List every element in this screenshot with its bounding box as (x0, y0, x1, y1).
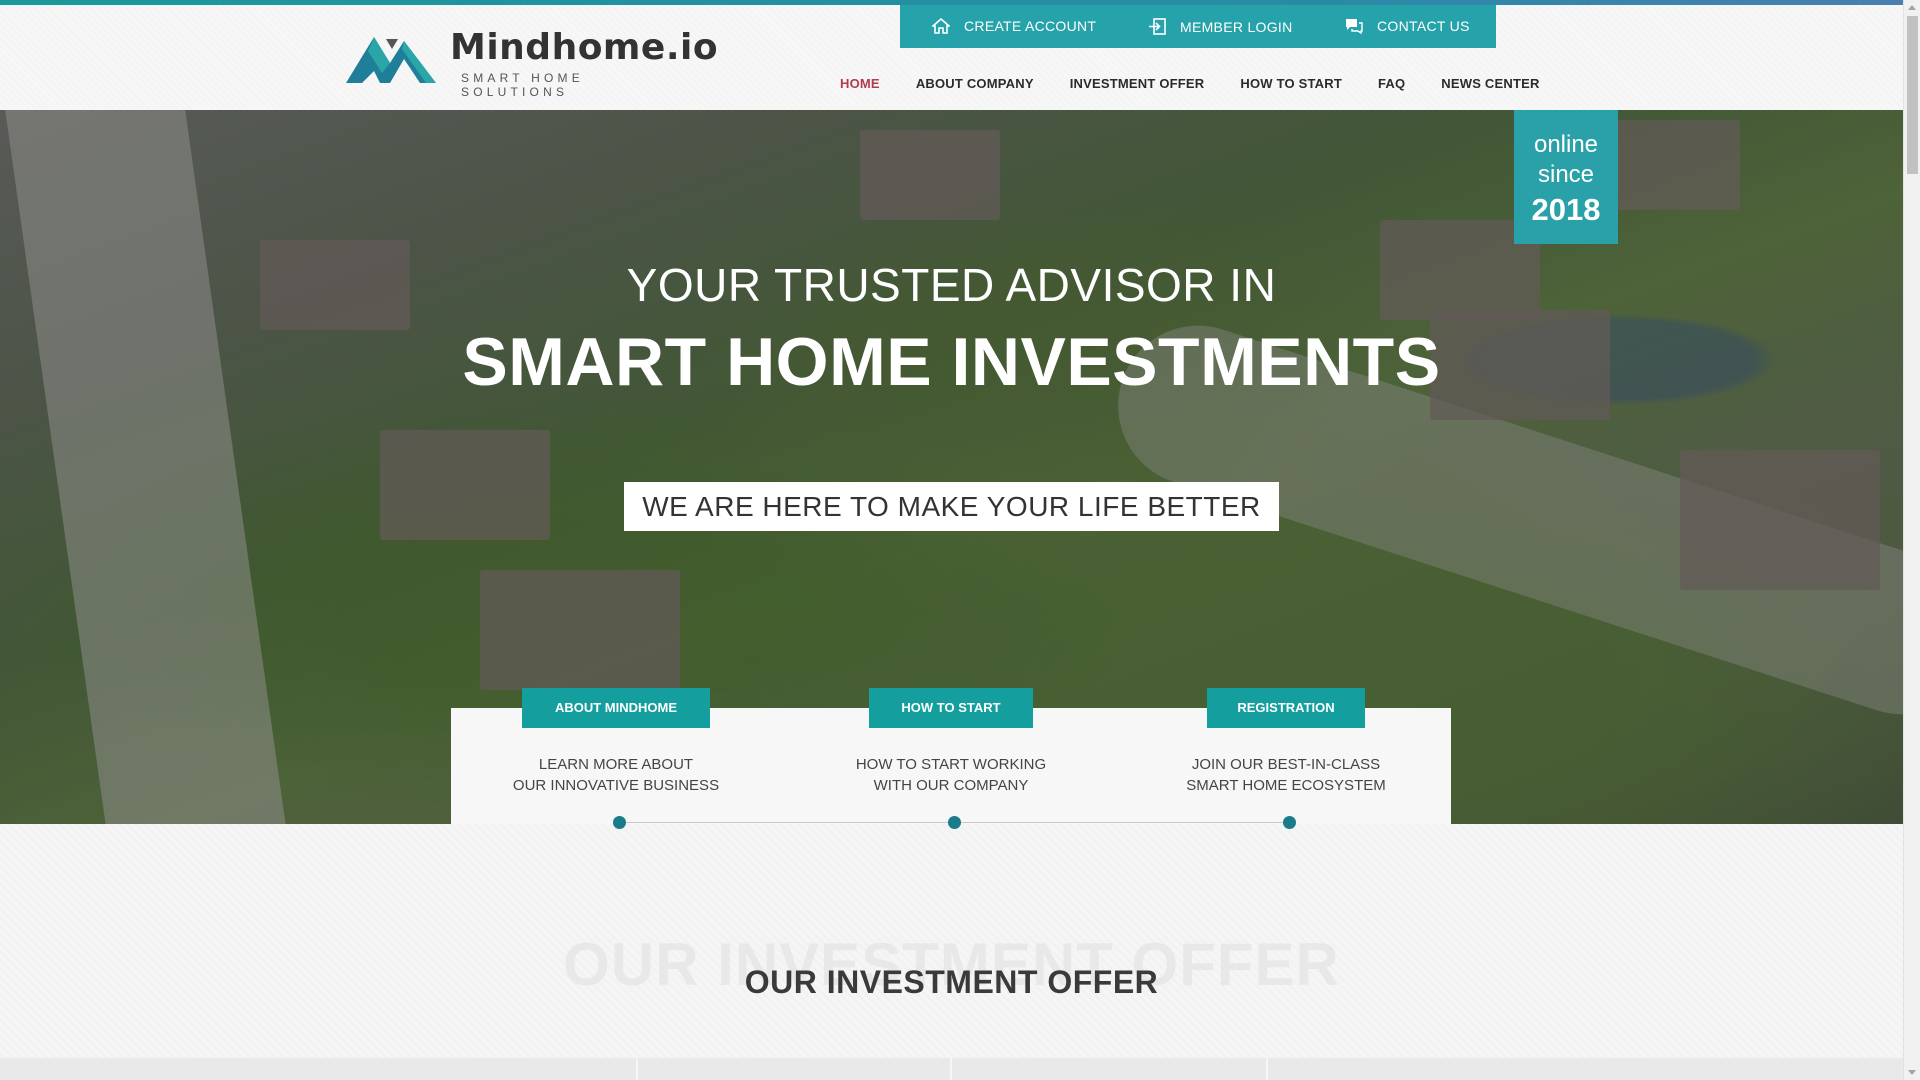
hero-subheading: YOUR TRUSTED ADVISOR IN (626, 259, 1277, 311)
scroll-down-arrow-icon[interactable] (1908, 1070, 1916, 1075)
site-header: Mindhome.io SMART HOME SOLUTIONS CREATE … (0, 5, 1903, 110)
member-login-label: MEMBER LOGIN (1180, 18, 1293, 35)
section-title: OUR INVESTMENT OFFER (744, 964, 1159, 1000)
scroll-thumb[interactable] (1907, 16, 1918, 174)
feature-text-line: SMART HOME ECOSYSTEM (1186, 777, 1386, 794)
badge-year: 2018 (1531, 192, 1601, 227)
hero-tagline: WE ARE HERE TO MAKE YOUR LIFE BETTER (624, 482, 1279, 531)
online-since-badge: online since 2018 (1514, 110, 1618, 244)
strip-divider (1266, 1058, 1268, 1080)
login-icon (1149, 18, 1166, 35)
hero-banner: online since 2018 YOUR TRUSTED ADVISOR I… (0, 110, 1903, 824)
nav-item-faq[interactable]: FAQ (1378, 76, 1405, 91)
how-to-start-button[interactable]: HOW TO START (869, 688, 1033, 728)
member-login-link[interactable]: MEMBER LOGIN (1148, 18, 1293, 35)
about-mindhome-button[interactable]: ABOUT MINDHOME (522, 688, 710, 728)
feature-text-line: OUR INNOVATIVE BUSINESS (512, 777, 720, 794)
brand-tagline: SMART HOME SOLUTIONS (461, 71, 584, 99)
home-icon (932, 18, 950, 34)
hero-heading: SMART HOME INVESTMENTS (462, 324, 1441, 400)
feature-text-line: WITH OUR COMPANY (873, 777, 1029, 794)
feature-text-registration: JOIN OUR BEST-IN-CLASS SMART HOME ECOSYS… (1156, 754, 1416, 796)
feature-text-line: HOW TO START WORKING (855, 756, 1047, 773)
create-account-link[interactable]: CREATE ACCOUNT (932, 18, 1096, 34)
create-account-label: CREATE ACCOUNT (964, 18, 1097, 34)
timeline-dot (1283, 816, 1296, 829)
investment-offer-section: OUR INVESTMENT OFFER OUR INVESTMENT OFFE… (0, 824, 1903, 1080)
strip-divider (636, 1058, 638, 1080)
contact-us-link[interactable]: CONTACT US (1345, 18, 1470, 34)
feature-text-about: LEARN MORE ABOUT OUR INNOVATIVE BUSINESS (486, 754, 746, 796)
logo-mountain-icon (346, 37, 436, 83)
badge-line-2: since (1537, 161, 1595, 188)
badge-line-1: online (1533, 131, 1599, 158)
brand-name: Mindhome.io (450, 27, 719, 68)
timeline-dot (613, 816, 626, 829)
logo[interactable]: Mindhome.io SMART HOME SOLUTIONS (346, 27, 718, 99)
chat-icon (1346, 19, 1363, 34)
nav-item-about-company[interactable]: ABOUT COMPANY (916, 76, 1034, 91)
feature-text-line: LEARN MORE ABOUT (538, 756, 694, 773)
timeline-dot (948, 816, 961, 829)
nav-item-investment-offer[interactable]: INVESTMENT OFFER (1070, 76, 1205, 91)
nav-item-home[interactable]: HOME (840, 76, 880, 91)
nav-item-news-center[interactable]: NEWS CENTER (1441, 76, 1539, 91)
feature-panel: ABOUT MINDHOME HOW TO START REGISTRATION… (451, 688, 1451, 824)
scroll-up-arrow-icon[interactable] (1908, 5, 1916, 10)
nav-item-how-to-start[interactable]: HOW TO START (1240, 76, 1342, 91)
feature-text-line: JOIN OUR BEST-IN-CLASS (1191, 756, 1381, 773)
main-nav: HOME ABOUT COMPANY INVESTMENT OFFER HOW … (840, 76, 1576, 91)
registration-button[interactable]: REGISTRATION (1207, 688, 1365, 728)
contact-us-label: CONTACT US (1377, 18, 1470, 34)
vertical-scrollbar[interactable] (1903, 0, 1920, 1080)
top-action-bar: CREATE ACCOUNT MEMBER LOGIN CONTACT US (900, 5, 1496, 48)
strip-divider (950, 1058, 952, 1080)
feature-text-how-to-start: HOW TO START WORKING WITH OUR COMPANY (821, 754, 1081, 796)
